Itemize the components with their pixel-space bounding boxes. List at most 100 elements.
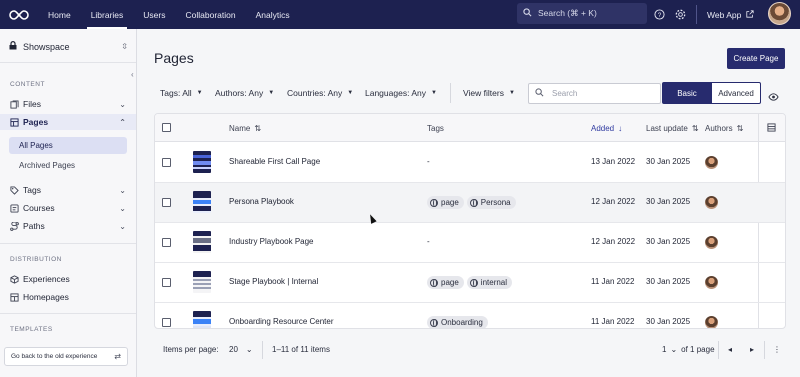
chevron-down-icon: ⌄: [119, 185, 126, 195]
column-tags-label: Tags: [427, 124, 444, 133]
sidebar-item-courses[interactable]: Courses ⌄: [10, 200, 126, 216]
caret-down-icon: ▼: [508, 90, 515, 96]
page-count: of 1 page: [681, 345, 715, 354]
page-thumbnail: [193, 151, 211, 173]
tag-chip[interactable]: Persona: [466, 196, 516, 209]
sidebar-item-paths[interactable]: Paths ⌄: [10, 218, 126, 234]
filter-countries-label: Countries: Any: [287, 88, 343, 98]
app-logo[interactable]: [0, 0, 38, 29]
tag-label: Onboarding: [441, 318, 483, 327]
chevron-down-icon: ⌄: [119, 203, 126, 213]
tag-chip[interactable]: page: [427, 196, 464, 209]
web-app-link[interactable]: Web App: [707, 0, 754, 29]
author-avatar[interactable]: [705, 276, 718, 289]
page-name[interactable]: Persona Playbook: [229, 197, 294, 206]
more-options-icon[interactable]: ⋮: [773, 345, 781, 354]
table-row[interactable]: Shareable First Call Page - 13 Jan 2022 …: [155, 143, 785, 183]
files-icon: [10, 99, 19, 109]
nav-home[interactable]: Home: [38, 0, 81, 29]
tag-chip[interactable]: internal: [466, 276, 513, 289]
filter-authors-label: Authors: Any: [215, 88, 264, 98]
row-checkbox[interactable]: [162, 238, 171, 247]
page-name[interactable]: Industry Playbook Page: [229, 237, 314, 246]
sidebar-item-experiences[interactable]: Experiences: [10, 271, 126, 287]
next-page-icon[interactable]: ▸: [750, 345, 754, 354]
page-name[interactable]: Stage Playbook | Internal: [229, 277, 318, 286]
eye-icon[interactable]: [768, 88, 779, 106]
footer-divider: [764, 341, 765, 359]
author-avatar[interactable]: [705, 196, 718, 209]
svg-text:?: ?: [657, 11, 661, 18]
sidebar-item-pages[interactable]: Pages ⌃: [0, 114, 136, 130]
page-tags: page internal: [427, 276, 515, 289]
sidebar-divider: [0, 243, 136, 244]
page-updated: 30 Jan 2025: [646, 277, 691, 286]
view-filters-button[interactable]: View filters ▼: [463, 88, 515, 98]
globe-icon: [430, 278, 438, 287]
filter-languages-label: Languages: Any: [365, 88, 426, 98]
page-thumbnail: [193, 311, 211, 328]
workspace-switcher[interactable]: Showspace ⇳: [9, 41, 128, 52]
old-experience-button[interactable]: Go back to the old experience ⇄: [4, 347, 128, 366]
globe-icon: [430, 318, 438, 327]
items-per-page-select[interactable]: 20 ⌄: [229, 345, 253, 354]
caret-down-icon: ▼: [268, 90, 275, 96]
filter-authors[interactable]: Authors: Any ▼: [215, 88, 274, 98]
create-page-button[interactable]: Create Page: [727, 48, 785, 69]
author-avatar[interactable]: [705, 236, 718, 249]
nav-analytics[interactable]: Analytics: [246, 0, 300, 29]
old-experience-label: Go back to the old experience: [11, 353, 98, 360]
page-name[interactable]: Onboarding Resource Center: [229, 317, 334, 326]
row-checkbox[interactable]: [162, 278, 171, 287]
tag-chip[interactable]: page: [427, 276, 464, 289]
settings-gear-icon[interactable]: [673, 7, 687, 21]
author-avatar[interactable]: [705, 156, 718, 169]
caret-down-icon: ▼: [347, 90, 354, 96]
column-added[interactable]: Added ↓: [591, 124, 622, 133]
mode-advanced-button[interactable]: Advanced: [711, 82, 761, 104]
filter-tags[interactable]: Tags: All ▼: [160, 88, 203, 98]
mode-basic-button[interactable]: Basic: [662, 82, 712, 104]
search-icon: [535, 88, 544, 99]
view-filters-label: View filters: [463, 88, 504, 98]
page-select[interactable]: 1 ⌄ of 1 page: [662, 345, 715, 354]
page-name[interactable]: Shareable First Call Page: [229, 157, 320, 166]
sidebar-subitem-archived-pages[interactable]: Archived Pages: [9, 157, 127, 174]
filter-languages[interactable]: Languages: Any ▼: [365, 88, 437, 98]
column-authors[interactable]: Authors ⇅: [705, 124, 743, 133]
sort-icon: ⇅: [691, 124, 699, 133]
section-title-templates: TEMPLATES: [10, 326, 53, 333]
sidebar-item-tags[interactable]: Tags ⌄: [10, 182, 126, 198]
prev-page-icon[interactable]: ◂: [728, 345, 732, 354]
filter-countries[interactable]: Countries: Any ▼: [287, 88, 353, 98]
collapse-sidebar-icon[interactable]: ‹: [131, 70, 134, 79]
table-row[interactable]: Industry Playbook Page - 12 Jan 2022 30 …: [155, 223, 785, 263]
row-checkbox[interactable]: [162, 158, 171, 167]
help-icon[interactable]: ?: [652, 7, 666, 21]
sidebar-item-homepages[interactable]: Homepages: [10, 289, 126, 305]
column-settings-icon[interactable]: [767, 123, 776, 132]
footer-divider: [718, 341, 719, 359]
column-name[interactable]: Name ⇅: [229, 124, 261, 133]
table-row[interactable]: Persona Playbook page Persona 12 Jan 2022…: [155, 183, 785, 223]
sidebar-subitem-all-pages[interactable]: All Pages: [9, 137, 127, 154]
table-row[interactable]: Onboarding Resource Center Onboarding 11…: [155, 303, 785, 328]
nav-libraries[interactable]: Libraries: [81, 0, 134, 29]
sidebar-item-files[interactable]: Files ⌄: [10, 96, 126, 112]
column-last-update-label: Last update: [646, 124, 688, 133]
external-link-icon: [746, 9, 754, 20]
row-checkbox[interactable]: [162, 318, 171, 327]
author-avatar[interactable]: [705, 316, 718, 328]
table-row[interactable]: Stage Playbook | Internal page internal 1…: [155, 263, 785, 303]
column-last-update[interactable]: Last update ⇅: [646, 124, 699, 133]
tag-chip[interactable]: Onboarding: [427, 316, 488, 328]
nav-users[interactable]: Users: [133, 0, 175, 29]
nav-collaboration[interactable]: Collaboration: [176, 0, 246, 29]
select-all-checkbox[interactable]: [162, 123, 171, 132]
global-search[interactable]: Search (⌘ + K): [517, 3, 647, 24]
row-checkbox[interactable]: [162, 198, 171, 207]
page-added: 12 Jan 2022: [591, 237, 636, 246]
pages-search-input[interactable]: Search: [528, 83, 661, 104]
column-tags: Tags: [427, 124, 444, 133]
user-avatar[interactable]: [768, 2, 791, 25]
